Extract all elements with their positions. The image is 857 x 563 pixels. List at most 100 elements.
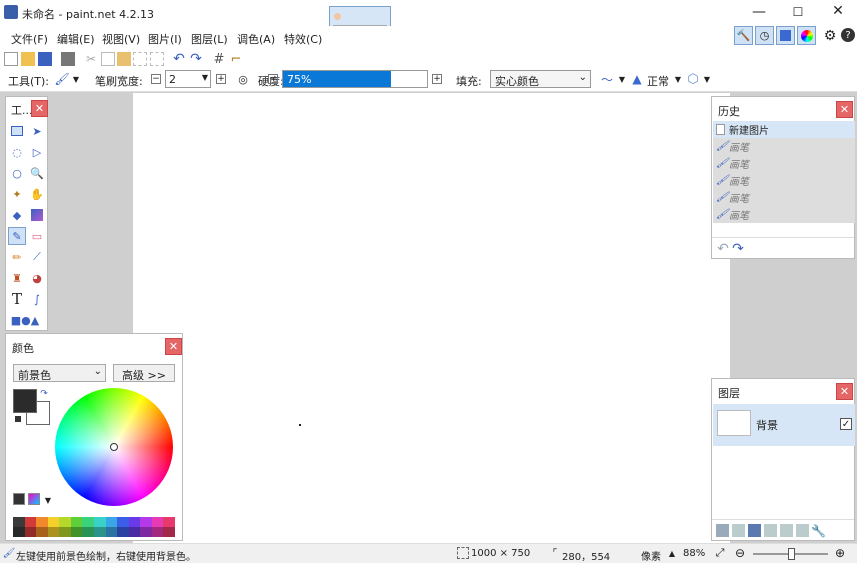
tool-dropdown-icon[interactable]: ▼ bbox=[72, 73, 80, 85]
move-layer-down-icon[interactable] bbox=[796, 524, 809, 537]
zoom-out-icon[interactable]: ⊖ bbox=[733, 546, 747, 560]
history-item[interactable]: 🖌 画笔 bbox=[713, 172, 855, 189]
menu-image[interactable]: 图片(I) bbox=[148, 31, 182, 47]
fit-window-icon[interactable]: ⤢ bbox=[714, 546, 726, 559]
history-panel-close-button[interactable]: ✕ bbox=[836, 101, 853, 118]
history-item[interactable]: 🖌 画笔 bbox=[713, 138, 855, 155]
zoom-slider[interactable] bbox=[753, 548, 828, 560]
history-undo-icon[interactable]: ↶ bbox=[716, 241, 730, 257]
history-toggle-icon[interactable]: ◷ bbox=[755, 26, 774, 45]
history-item[interactable]: 🖌 画笔 bbox=[713, 155, 855, 172]
menu-file[interactable]: 文件(F) bbox=[11, 31, 48, 47]
new-file-icon[interactable] bbox=[4, 52, 18, 66]
paste-icon[interactable] bbox=[117, 52, 131, 66]
menu-layers[interactable]: 图层(L) bbox=[191, 31, 228, 47]
palette-swatch[interactable] bbox=[151, 527, 164, 537]
deselect-icon[interactable] bbox=[150, 52, 164, 66]
palette-swatch[interactable] bbox=[140, 527, 152, 537]
zoom-icon[interactable]: 🔍 bbox=[28, 164, 46, 182]
maximize-button[interactable]: ☐ bbox=[790, 4, 806, 20]
hardness-increase[interactable]: + bbox=[432, 74, 442, 84]
ruler-icon[interactable]: ⌐ bbox=[229, 51, 243, 67]
palette-swatch[interactable] bbox=[151, 517, 164, 527]
grid-icon[interactable]: # bbox=[212, 51, 226, 67]
layers-toggle-icon[interactable] bbox=[776, 26, 795, 45]
tools-panel-close-button[interactable]: ✕ bbox=[31, 100, 48, 117]
menu-view[interactable]: 视图(V) bbox=[102, 31, 140, 47]
palette-swatch[interactable] bbox=[82, 517, 94, 527]
brush-width-input[interactable]: 2 ▼ bbox=[165, 70, 211, 88]
color-picker-icon[interactable]: ⟋ bbox=[28, 248, 46, 266]
palette-swatch[interactable] bbox=[47, 527, 60, 537]
layers-panel-close-button[interactable]: ✕ bbox=[836, 383, 853, 400]
tools-toggle-icon[interactable]: 🔨 bbox=[734, 26, 753, 45]
paintbrush-tool-icon[interactable]: ✎ bbox=[8, 227, 26, 245]
ellipse-select-icon[interactable]: ○ bbox=[8, 164, 26, 182]
paint-bucket-icon[interactable]: ◆ bbox=[8, 206, 26, 224]
color-wheel[interactable] bbox=[55, 388, 173, 506]
redo-icon[interactable]: ↷ bbox=[189, 51, 203, 67]
palette-swatch[interactable] bbox=[47, 517, 60, 527]
blend-mode-icon[interactable]: ▲ bbox=[630, 72, 644, 86]
duplicate-layer-icon[interactable] bbox=[748, 524, 761, 537]
palette-swatch[interactable] bbox=[13, 527, 25, 537]
menu-edit[interactable]: 编辑(E) bbox=[57, 31, 95, 47]
help-icon[interactable]: ? bbox=[841, 28, 855, 42]
palette-swatch[interactable] bbox=[105, 527, 118, 537]
hardness-decrease[interactable]: − bbox=[268, 74, 278, 84]
shapes-icon[interactable]: ■●▲ bbox=[11, 311, 39, 329]
pan-icon[interactable]: ✋ bbox=[28, 185, 46, 203]
antialias-dropdown-icon[interactable]: ▼ bbox=[703, 73, 711, 85]
delete-layer-icon[interactable] bbox=[732, 524, 745, 537]
palette-swatch[interactable] bbox=[36, 527, 48, 537]
move-selection-icon[interactable]: ➤ bbox=[28, 122, 46, 140]
alpha-dropdown-icon[interactable]: ▼ bbox=[618, 73, 626, 85]
palette-swatch[interactable] bbox=[105, 517, 118, 527]
text-tool-icon[interactable]: T bbox=[8, 290, 26, 308]
eraser-icon[interactable]: ▭ bbox=[28, 227, 46, 245]
pencil-icon[interactable]: ✏ bbox=[8, 248, 26, 266]
close-button[interactable]: ✕ bbox=[830, 3, 846, 19]
palette-swatch[interactable] bbox=[128, 527, 141, 537]
brush-width-increase[interactable]: + bbox=[216, 74, 226, 84]
palette-swatch[interactable] bbox=[70, 527, 83, 537]
drawing-canvas[interactable] bbox=[133, 93, 730, 543]
zoom-in-icon[interactable]: ⊕ bbox=[833, 546, 847, 560]
colors-panel-close-button[interactable]: ✕ bbox=[165, 338, 182, 355]
color-wheel-marker[interactable] bbox=[110, 443, 118, 451]
reset-colors-icon[interactable] bbox=[13, 414, 23, 424]
palette-swatch[interactable] bbox=[24, 527, 37, 537]
advanced-button[interactable]: 高级 >> bbox=[113, 364, 175, 382]
alpha-blending-icon[interactable]: 〜 bbox=[600, 72, 614, 87]
palette-swatch[interactable] bbox=[82, 527, 94, 537]
palette-swatch[interactable] bbox=[117, 517, 129, 527]
palette-swatch[interactable] bbox=[117, 527, 129, 537]
palette-swatch[interactable] bbox=[163, 517, 175, 527]
brush-width-decrease[interactable]: − bbox=[151, 74, 161, 84]
palette-swatch[interactable] bbox=[163, 527, 175, 537]
palette-swatch[interactable] bbox=[128, 517, 141, 527]
layer-visibility-checkbox[interactable]: ✓ bbox=[840, 418, 852, 430]
menu-effects[interactable]: 特效(C) bbox=[284, 31, 322, 47]
undo-icon[interactable]: ↶ bbox=[172, 51, 186, 67]
print-icon[interactable] bbox=[61, 52, 75, 66]
gear-icon[interactable]: ⚙ bbox=[822, 28, 838, 44]
layer-properties-icon[interactable]: 🔧 bbox=[811, 524, 826, 538]
palette-swatch[interactable] bbox=[93, 527, 106, 537]
cut-icon[interactable]: ✂ bbox=[84, 52, 98, 66]
swap-colors-icon[interactable]: ↷ bbox=[39, 389, 49, 399]
move-selected-icon[interactable]: ▷ bbox=[28, 143, 46, 161]
history-item[interactable]: 新建图片 bbox=[713, 121, 855, 138]
color-target-select[interactable]: 前景色 ⌄ bbox=[13, 364, 106, 382]
magic-wand-icon[interactable]: ✦ bbox=[8, 185, 26, 203]
palette-dropdown-icon[interactable]: ▼ bbox=[44, 495, 52, 505]
line-curve-icon[interactable]: ∫ bbox=[28, 290, 46, 308]
fill-select[interactable]: 实心颜色 ⌄ bbox=[490, 70, 591, 88]
minimize-button[interactable]: — bbox=[751, 4, 767, 20]
history-redo-icon[interactable]: ↷ bbox=[731, 241, 745, 257]
add-layer-icon[interactable] bbox=[716, 524, 729, 537]
palette-swatch[interactable] bbox=[24, 517, 37, 527]
palette-mode-icon[interactable] bbox=[13, 493, 25, 505]
history-item[interactable]: 🖌 画笔 bbox=[713, 189, 855, 206]
units-label[interactable]: 像素 bbox=[641, 548, 661, 563]
